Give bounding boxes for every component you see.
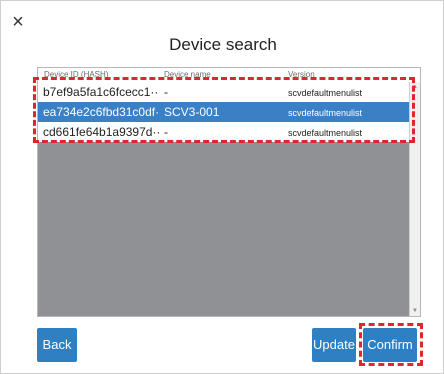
dialog-title: Device search: [169, 35, 277, 54]
scroll-up-icon[interactable]: ▲: [410, 82, 420, 92]
device-search-dialog: × Device search Device ID (HASH) Device …: [0, 0, 444, 374]
cell-version: scvdefaultmenulist: [288, 108, 363, 118]
device-row[interactable]: cd661fe64b1a9397d··· - scvdefaultmenulis…: [38, 122, 410, 142]
cell-device-name: -: [164, 85, 168, 99]
update-button[interactable]: Update: [312, 328, 356, 362]
vertical-scrollbar[interactable]: ▲ ▼: [409, 82, 420, 316]
column-headers: Device ID (HASH) Device name Version: [38, 68, 420, 82]
scroll-down-icon[interactable]: ▼: [410, 306, 420, 316]
header-device-name: Device name: [164, 70, 211, 79]
device-row-selected[interactable]: ea734e2c6fbd31c0df··· SCV3-001 scvdefaul…: [38, 102, 410, 122]
device-list: Device ID (HASH) Device name Version b7e…: [37, 67, 421, 317]
confirm-button[interactable]: Confirm: [363, 328, 417, 362]
back-button[interactable]: Back: [37, 328, 77, 362]
cell-version: scvdefaultmenulist: [288, 88, 363, 98]
cell-device-name: SCV3-001: [164, 105, 220, 119]
cell-version: scvdefaultmenulist: [288, 128, 363, 138]
cell-device-name: -: [164, 125, 168, 139]
device-row[interactable]: b7ef9a5fa1c6fcecc1··· - scvdefaultmenuli…: [38, 82, 410, 102]
cell-device-id: cd661fe64b1a9397d···: [43, 125, 159, 139]
header-version: Version: [288, 70, 315, 79]
close-icon[interactable]: ×: [7, 11, 29, 33]
header-device-id: Device ID (HASH): [44, 70, 109, 79]
cell-device-id: ea734e2c6fbd31c0df···: [43, 105, 159, 119]
cell-device-id: b7ef9a5fa1c6fcecc1···: [43, 85, 159, 99]
